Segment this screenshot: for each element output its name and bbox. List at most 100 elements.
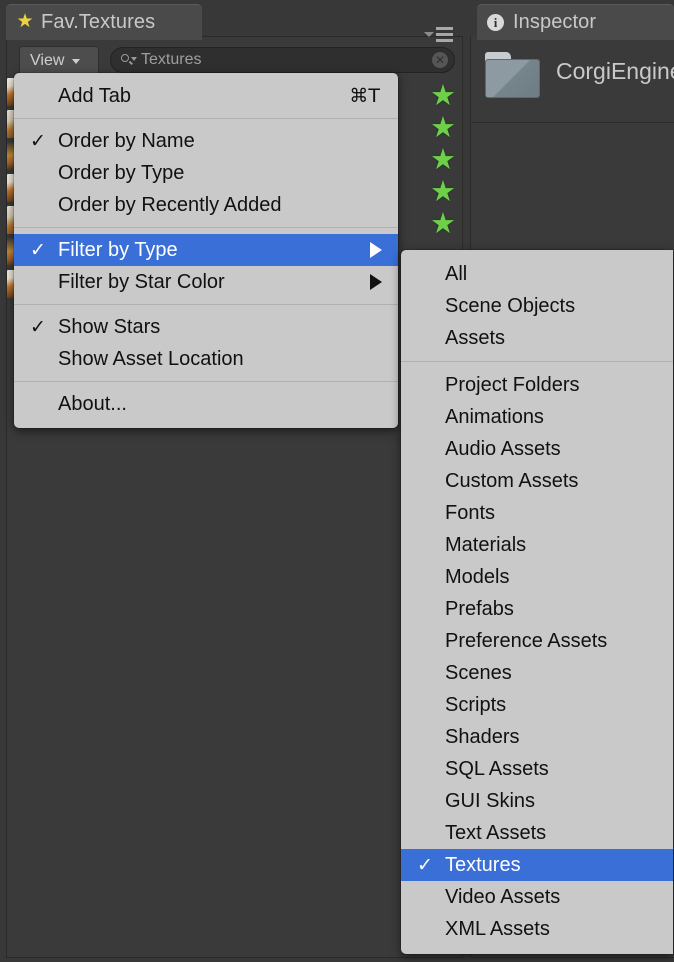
menu-item-label: Models bbox=[445, 565, 510, 588]
tab-inspector-label: Inspector bbox=[513, 10, 597, 33]
view-dropdown-button[interactable]: View bbox=[19, 46, 99, 75]
menu-item-label: About... bbox=[58, 392, 127, 415]
check-icon: ✓ bbox=[28, 85, 58, 108]
check-icon: ✓ bbox=[415, 758, 445, 781]
submenu-item-scripts[interactable]: ✓ Scripts bbox=[401, 689, 673, 721]
menu-separator bbox=[14, 381, 398, 382]
submenu-item-scene-objects[interactable]: ✓ Scene Objects bbox=[401, 290, 673, 322]
menu-item-show-asset-location[interactable]: ✓ Show Asset Location bbox=[14, 343, 398, 375]
submenu-item-fonts[interactable]: ✓ Fonts bbox=[401, 497, 673, 529]
hamburger-menu-icon bbox=[436, 26, 453, 42]
tab-fav-textures[interactable]: ★ Fav.Textures bbox=[6, 4, 202, 40]
menu-item-label: Add Tab bbox=[58, 84, 132, 107]
menu-separator bbox=[14, 304, 398, 305]
check-icon: ✓ bbox=[415, 295, 445, 318]
green-star-icon[interactable]: ★ bbox=[428, 208, 458, 240]
view-menu[interactable]: ✓ Add Tab ⌘T ✓ Order by Name ✓ Order by … bbox=[14, 73, 398, 428]
check-icon: ✓ bbox=[28, 162, 58, 185]
menu-separator bbox=[401, 361, 673, 362]
check-icon: ✓ bbox=[30, 316, 46, 338]
submenu-item-preference-assets[interactable]: ✓ Preference Assets bbox=[401, 625, 673, 657]
filter-by-type-submenu[interactable]: ✓ All ✓ Scene Objects ✓ Assets ✓ Project… bbox=[401, 250, 673, 954]
check-icon: ✓ bbox=[415, 406, 445, 429]
menu-item-label: Scripts bbox=[445, 693, 507, 716]
check-icon: ✓ bbox=[415, 502, 445, 525]
menu-item-order-by-type[interactable]: ✓ Order by Type bbox=[14, 157, 398, 189]
info-icon: i bbox=[487, 13, 504, 31]
submenu-item-video-assets[interactable]: ✓ Video Assets bbox=[401, 881, 673, 913]
menu-item-label: Assets bbox=[445, 326, 506, 349]
inspector-asset-name: CorgiEngine bbox=[556, 58, 674, 84]
green-star-icon[interactable]: ★ bbox=[428, 176, 458, 208]
submenu-item-custom-assets[interactable]: ✓ Custom Assets bbox=[401, 465, 673, 497]
check-icon: ✓ bbox=[415, 566, 445, 589]
menu-item-order-by-name[interactable]: ✓ Order by Name bbox=[14, 125, 398, 157]
submenu-item-gui-skins[interactable]: ✓ GUI Skins bbox=[401, 785, 673, 817]
check-icon: ✓ bbox=[415, 630, 445, 653]
view-dropdown-label: View bbox=[30, 51, 65, 69]
menu-item-label: XML Assets bbox=[445, 917, 550, 940]
clear-icon[interactable]: ✕ bbox=[432, 52, 448, 68]
menu-item-filter-by-type[interactable]: ✓ Filter by Type bbox=[14, 234, 398, 266]
submenu-item-text-assets[interactable]: ✓ Text Assets bbox=[401, 817, 673, 849]
menu-item-about[interactable]: ✓ About... bbox=[14, 388, 398, 420]
search-input[interactable]: Textures ✕ bbox=[110, 47, 455, 73]
check-icon: ✓ bbox=[415, 438, 445, 461]
submenu-item-shaders[interactable]: ✓ Shaders bbox=[401, 721, 673, 753]
check-icon: ✓ bbox=[415, 790, 445, 813]
menu-item-label: Order by Type bbox=[58, 161, 185, 184]
check-icon: ✓ bbox=[415, 263, 445, 286]
menu-item-label: Audio Assets bbox=[445, 437, 561, 460]
panel-options-button[interactable] bbox=[424, 24, 460, 44]
submenu-item-audio-assets[interactable]: ✓ Audio Assets bbox=[401, 433, 673, 465]
submenu-item-sql-assets[interactable]: ✓ SQL Assets bbox=[401, 753, 673, 785]
chevron-down-icon bbox=[424, 32, 434, 37]
menu-item-label: Filter by Star Color bbox=[58, 270, 225, 293]
check-icon: ✓ bbox=[28, 271, 58, 294]
check-icon: ✓ bbox=[28, 348, 58, 371]
check-icon: ✓ bbox=[415, 374, 445, 397]
check-icon: ✓ bbox=[415, 534, 445, 557]
submenu-item-materials[interactable]: ✓ Materials bbox=[401, 529, 673, 561]
submenu-item-all[interactable]: ✓ All bbox=[401, 258, 673, 290]
submenu-item-scenes[interactable]: ✓ Scenes bbox=[401, 657, 673, 689]
search-input-value: Textures bbox=[141, 51, 202, 68]
menu-item-show-stars[interactable]: ✓ Show Stars bbox=[14, 311, 398, 343]
menu-item-label: Textures bbox=[445, 853, 521, 876]
menu-item-order-by-recently-added[interactable]: ✓ Order by Recently Added bbox=[14, 189, 398, 221]
submenu-item-project-folders[interactable]: ✓ Project Folders bbox=[401, 369, 673, 401]
tab-inspector[interactable]: i Inspector bbox=[477, 4, 674, 40]
menu-item-label: Scene Objects bbox=[445, 294, 576, 317]
check-icon: ✓ bbox=[415, 886, 445, 909]
green-star-icon[interactable]: ★ bbox=[428, 80, 458, 112]
menu-item-label: Scenes bbox=[445, 661, 512, 684]
check-icon: ✓ bbox=[415, 470, 445, 493]
submenu-item-xml-assets[interactable]: ✓ XML Assets bbox=[401, 913, 673, 945]
menu-separator bbox=[14, 227, 398, 228]
menu-item-add-tab[interactable]: ✓ Add Tab ⌘T bbox=[14, 80, 398, 112]
submenu-arrow-icon bbox=[370, 242, 382, 258]
menu-item-label: Animations bbox=[445, 405, 544, 428]
tab-fav-textures-label: Fav.Textures bbox=[41, 10, 156, 33]
submenu-item-prefabs[interactable]: ✓ Prefabs bbox=[401, 593, 673, 625]
menu-item-filter-by-star-color[interactable]: ✓ Filter by Star Color bbox=[14, 266, 398, 298]
search-icon[interactable] bbox=[121, 53, 137, 67]
submenu-arrow-icon bbox=[370, 274, 382, 290]
menu-item-label: Text Assets bbox=[445, 821, 547, 844]
green-star-icon[interactable]: ★ bbox=[428, 144, 458, 176]
green-star-icon[interactable]: ★ bbox=[428, 112, 458, 144]
menu-item-label: SQL Assets bbox=[445, 757, 549, 780]
submenu-item-animations[interactable]: ✓ Animations bbox=[401, 401, 673, 433]
check-icon: ✓ bbox=[28, 194, 58, 217]
check-icon: ✓ bbox=[415, 327, 445, 350]
menu-item-label: Video Assets bbox=[445, 885, 561, 908]
menu-item-label: Custom Assets bbox=[445, 469, 579, 492]
menu-item-label: Show Asset Location bbox=[58, 347, 244, 370]
check-icon: ✓ bbox=[415, 662, 445, 685]
submenu-item-textures[interactable]: ✓ Textures bbox=[401, 849, 673, 881]
submenu-item-assets[interactable]: ✓ Assets bbox=[401, 322, 673, 354]
check-icon: ✓ bbox=[30, 130, 46, 152]
menu-separator bbox=[14, 118, 398, 119]
menu-item-label: Materials bbox=[445, 533, 527, 556]
submenu-item-models[interactable]: ✓ Models bbox=[401, 561, 673, 593]
